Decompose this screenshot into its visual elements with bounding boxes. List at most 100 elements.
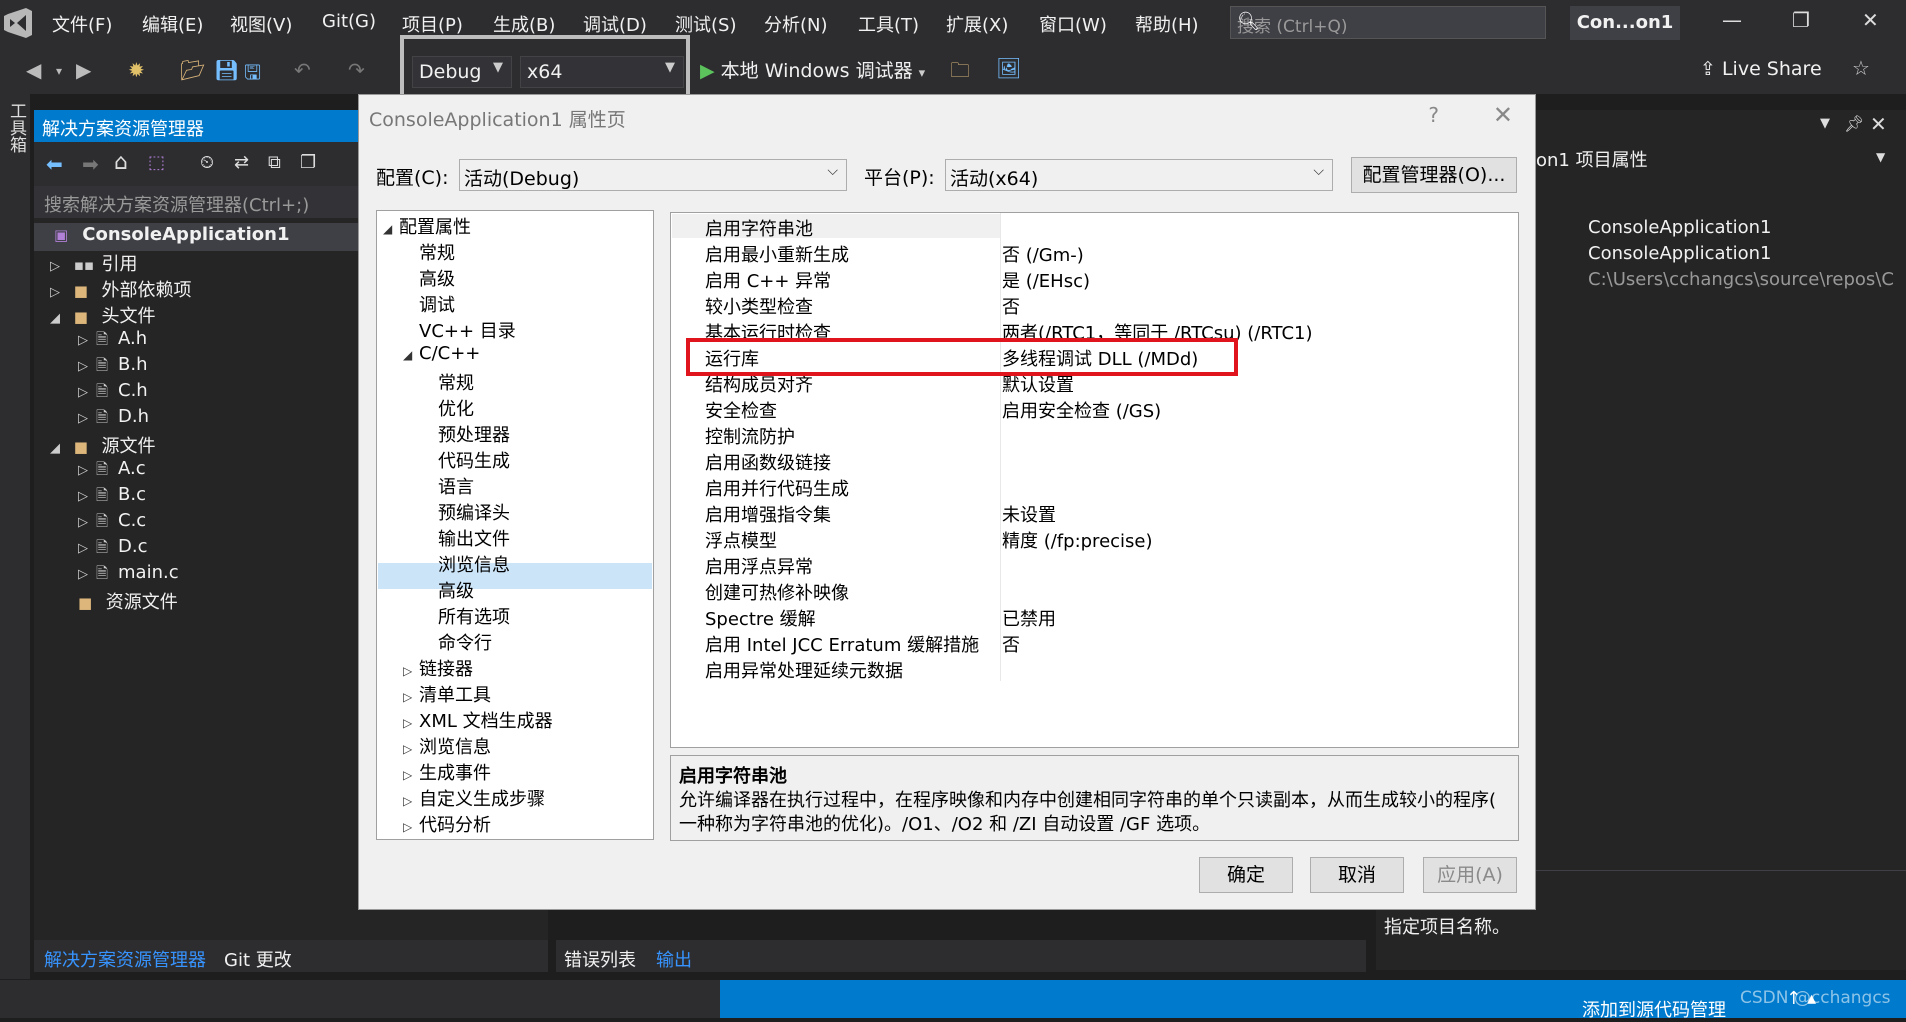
tree-file[interactable]: ▷ 🗎︎ B.h xyxy=(78,354,147,380)
minimize-icon[interactable]: — xyxy=(1722,8,1742,32)
expand-icon[interactable]: ▷ xyxy=(403,716,419,730)
tree-cpp-preprocessor[interactable]: 预处理器 xyxy=(438,421,510,447)
property-value[interactable]: 是 (/EHsc) xyxy=(1002,267,1090,293)
property-row[interactable]: 启用浮点异常 xyxy=(671,551,1518,578)
help-button[interactable]: ? xyxy=(1428,103,1439,127)
expand-icon[interactable]: ▷ xyxy=(78,411,96,426)
menu-analyze[interactable]: 分析(N) xyxy=(764,11,828,37)
close-icon[interactable]: ✕ xyxy=(1493,101,1513,129)
collapse-icon[interactable]: ◢ xyxy=(383,222,399,236)
property-value[interactable]: 已禁用 xyxy=(1002,605,1056,631)
expand-icon[interactable]: ▷ xyxy=(78,567,96,582)
property-value[interactable]: ConsoleApplication1 xyxy=(1588,243,1771,264)
property-row[interactable]: Spectre 缓解 已禁用 xyxy=(671,603,1518,631)
tree-debugging[interactable]: 调试 xyxy=(419,291,455,317)
tree-config-properties[interactable]: ◢ 配置属性 xyxy=(383,213,471,239)
config-dropdown[interactable]: 活动(Debug) ⌵ xyxy=(459,159,847,191)
menu-tools[interactable]: 工具(T) xyxy=(858,11,919,37)
property-value[interactable]: 启用安全检查 (/GS) xyxy=(1002,397,1161,423)
property-row[interactable]: 启用字符串池 xyxy=(671,213,1518,240)
expand-icon[interactable]: ▷ xyxy=(403,690,419,704)
collapse-icon[interactable]: ◢ xyxy=(50,311,68,326)
tree-file[interactable]: ▷ 🗎︎ C.h xyxy=(78,380,148,406)
tree-cpp-output-files[interactable]: 输出文件 xyxy=(438,525,510,551)
tree-file[interactable]: ▷ 🗎︎ D.c xyxy=(78,536,147,562)
tree-sources-folder[interactable]: ◢ ■ 源文件 xyxy=(50,432,155,458)
redo-icon[interactable]: ↷ xyxy=(348,58,365,82)
tree-file[interactable]: ▷ 🗎︎ C.c xyxy=(78,510,146,536)
back-icon[interactable]: ◀ xyxy=(26,58,41,82)
menu-help[interactable]: 帮助(H) xyxy=(1135,11,1199,37)
config-manager-button[interactable]: 配置管理器(O)... xyxy=(1351,157,1517,193)
property-value[interactable]: 否 xyxy=(1002,293,1020,319)
property-row[interactable]: 安全检查 启用安全检查 (/GS) xyxy=(671,395,1518,423)
solution-name-badge[interactable]: Con...on1 xyxy=(1570,6,1680,40)
tree-external-deps[interactable]: ▷ ■ 外部依赖项 xyxy=(50,276,191,302)
apply-button[interactable]: 应用(A) xyxy=(1423,857,1517,893)
menu-extensions[interactable]: 扩展(X) xyxy=(946,11,1008,37)
property-value[interactable]: 未设置 xyxy=(1002,501,1056,527)
menu-build[interactable]: 生成(B) xyxy=(493,11,555,37)
expand-icon[interactable]: ▷ xyxy=(50,259,68,274)
tree-linker[interactable]: ▷ 链接器 xyxy=(403,655,473,681)
collapse-all-icon[interactable]: ⧉ xyxy=(268,152,281,173)
toolbox-strip[interactable]: 工具箱 xyxy=(0,94,30,979)
close-icon[interactable]: ✕ xyxy=(1870,112,1887,136)
tree-file[interactable]: ▷ 🗎︎ A.h xyxy=(78,328,147,354)
expand-icon[interactable]: ▷ xyxy=(78,489,96,504)
expand-icon[interactable]: ▷ xyxy=(78,515,96,530)
forward-icon[interactable]: ➡ xyxy=(82,152,99,176)
expand-icon[interactable]: ▷ xyxy=(78,359,96,374)
menu-test[interactable]: 测试(S) xyxy=(675,11,736,37)
tree-advanced[interactable]: 高级 xyxy=(419,265,455,291)
home-icon[interactable]: ⌂ xyxy=(114,150,128,175)
tree-cpp-language[interactable]: 语言 xyxy=(438,473,474,499)
ok-button[interactable]: 确定 xyxy=(1199,857,1293,893)
browse-icon[interactable]: 🗀︎ xyxy=(950,56,970,90)
property-row[interactable]: 浮点模型 精度 (/fp:precise) xyxy=(671,525,1518,552)
tree-file[interactable]: ▷ 🗎︎ main.c xyxy=(78,562,179,588)
attach-icon[interactable]: 🖼︎ xyxy=(996,56,1021,80)
pending-changes-icon[interactable]: ⏲ xyxy=(200,152,214,173)
menu-debug[interactable]: 调试(D) xyxy=(583,11,647,37)
search-input[interactable]: 搜索 (Ctrl+Q) 🔍︎ xyxy=(1230,6,1546,39)
expand-icon[interactable]: ▷ xyxy=(403,664,419,678)
menu-project[interactable]: 项目(P) xyxy=(402,11,463,37)
open-folder-icon[interactable]: 📂︎ xyxy=(180,58,205,82)
expand-icon[interactable]: ▷ xyxy=(403,794,419,808)
forward-icon[interactable]: ▶ xyxy=(76,58,91,82)
tree-build-events[interactable]: ▷ 生成事件 xyxy=(403,759,491,785)
pin-icon[interactable]: 📌︎ xyxy=(1844,114,1864,133)
tree-xml-doc-generator[interactable]: ▷ XML 文档生成器 xyxy=(403,707,553,733)
tab-error-list[interactable]: 错误列表 xyxy=(564,946,636,972)
tab-git-changes[interactable]: Git 更改 xyxy=(224,946,292,972)
tree-custom-build-step[interactable]: ▷ 自定义生成步骤 xyxy=(403,785,545,811)
tree-cpp-command-line[interactable]: 命令行 xyxy=(438,629,492,655)
tree-resources-folder[interactable]: ■ 资源文件 xyxy=(68,588,178,614)
tree-code-analysis[interactable]: ▷ 代码分析 xyxy=(403,811,491,837)
tree-file[interactable]: ▷ 🗎︎ A.c xyxy=(78,458,146,484)
tree-cpp-code-generation[interactable]: 代码生成 xyxy=(438,447,510,473)
property-row[interactable]: 创建可热修补映像 xyxy=(671,577,1518,604)
expand-icon[interactable]: ▷ xyxy=(78,541,96,556)
property-row[interactable]: 启用 Intel JCC Erratum 缓解措施 否 xyxy=(671,629,1518,656)
property-row[interactable]: 启用函数级链接 xyxy=(671,447,1518,474)
menu-file[interactable]: 文件(F) xyxy=(52,11,112,37)
property-value[interactable]: 否 (/Gm-) xyxy=(1002,241,1084,267)
close-icon[interactable]: ✕ xyxy=(1862,8,1879,32)
tree-file[interactable]: ▷ 🗎︎ B.c xyxy=(78,484,146,510)
tree-cpp-all-options[interactable]: 所有选项 xyxy=(438,603,510,629)
tree-project[interactable]: ▣ ConsoleApplication1 xyxy=(54,224,289,250)
restore-icon[interactable]: ❐ xyxy=(1792,8,1810,32)
tree-cpp-optimization[interactable]: 优化 xyxy=(438,395,474,421)
show-all-files-icon[interactable]: ❐ xyxy=(300,152,316,173)
property-row[interactable]: 启用 C++ 异常 是 (/EHsc) xyxy=(671,265,1518,293)
expand-icon[interactable]: ▷ xyxy=(403,742,419,756)
tree-vc-directories[interactable]: VC++ 目录 xyxy=(419,317,516,343)
save-icon[interactable]: 💾︎ xyxy=(214,58,239,82)
dropdown-icon[interactable]: ▼ xyxy=(1820,116,1830,131)
tab-output[interactable]: 输出 xyxy=(656,946,692,972)
status-bar-source-control[interactable]: ↑ 添加到源代码管理 ▴ xyxy=(720,980,1906,1021)
property-row[interactable]: 控制流防护 xyxy=(671,421,1518,448)
tree-manifest-tool[interactable]: ▷ 清单工具 xyxy=(403,681,491,707)
